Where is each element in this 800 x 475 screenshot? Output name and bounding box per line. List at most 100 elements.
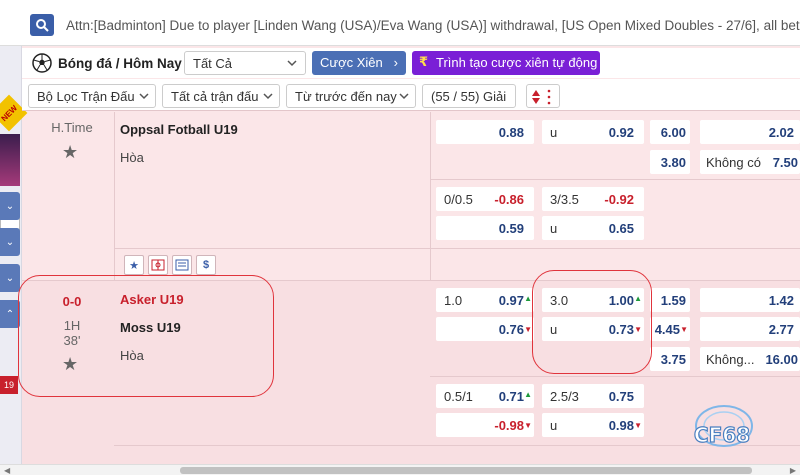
- odds-cell[interactable]: 0.88: [436, 120, 534, 144]
- chevron-up-icon: ⌃: [5, 308, 15, 320]
- odds-value: 0.65: [608, 221, 634, 236]
- market-filter-value: Tất Cả: [193, 56, 233, 71]
- odds-cell[interactable]: 2.5/3 0.75: [542, 384, 644, 408]
- odds-cell[interactable]: 1.59: [650, 288, 690, 312]
- odds-value: 0.98: [608, 418, 634, 433]
- odds-value: 3.80: [660, 155, 686, 170]
- chevron-down-icon: [139, 93, 149, 100]
- odds-label: 0.5/1: [444, 389, 473, 404]
- odds-cell[interactable]: -0.98 ▼: [436, 413, 534, 437]
- left-sidebar: NEW ⌄ ⌄ ⌄ ⌃ 19: [0, 46, 28, 475]
- odds-down-icon: ▼: [524, 421, 532, 430]
- odds-up-icon: ▲: [524, 294, 532, 303]
- league-count-button[interactable]: (55 / 55) Giải: [422, 84, 516, 108]
- draw-label: Hòa: [120, 150, 144, 165]
- odds-cell[interactable]: 3/3.5 -0.92: [542, 187, 644, 211]
- odds-cell[interactable]: 0.59: [436, 216, 534, 240]
- odds-label: 2.5/3: [550, 389, 579, 404]
- scroll-right-arrow-icon[interactable]: ▶: [790, 466, 796, 475]
- odds-value: 0.75: [608, 389, 634, 404]
- soccer-ball-icon: [32, 53, 52, 73]
- odds-value: 1.59: [660, 293, 686, 308]
- odds-cell[interactable]: u 0.65: [542, 216, 644, 240]
- odds-cell[interactable]: 0/0.5 -0.86: [436, 187, 534, 211]
- odds-label: 1.0: [444, 293, 463, 308]
- sort-button[interactable]: [526, 84, 560, 108]
- odds-value: 16.00: [765, 352, 798, 367]
- odds-label: u: [550, 418, 558, 433]
- time-range-dropdown[interactable]: Từ trước đến nay: [286, 84, 416, 108]
- odds-cell[interactable]: 6.00: [650, 120, 690, 144]
- search-button[interactable]: [30, 14, 54, 36]
- live-field-icon[interactable]: [148, 255, 168, 275]
- odds-value: 2.02: [768, 125, 794, 140]
- favorite-star-icon[interactable]: ★: [124, 255, 144, 275]
- odds-label: u: [550, 221, 558, 236]
- odds-cell[interactable]: Không có 7.50: [700, 150, 800, 174]
- odds-cell[interactable]: u 0.98 ▼: [542, 413, 644, 437]
- auto-parlay-button[interactable]: ₹ Trình tạo cược xiên tự động: [412, 51, 600, 75]
- odds-label: 0/0.5: [444, 192, 473, 207]
- odds-cell[interactable]: 2.02: [700, 120, 800, 144]
- chevron-down-icon: ⌄: [5, 272, 15, 284]
- odds-cell[interactable]: 4.45 ▼: [650, 317, 690, 341]
- team-home: Oppsal Fotball U19: [120, 122, 238, 137]
- sport-title: Bóng đá / Hôm Nay: [58, 56, 182, 71]
- all-matches-dropdown[interactable]: Tất cả trận đấu: [162, 84, 280, 108]
- odds-cell[interactable]: 2.77: [700, 317, 800, 341]
- highlight-outline-odds: [532, 270, 652, 374]
- side-expand-button[interactable]: ⌄: [0, 264, 20, 292]
- chevron-down-icon: ⌄: [5, 236, 15, 248]
- sort-icon: [532, 89, 551, 105]
- side-collapse-button[interactable]: ⌃: [0, 300, 20, 328]
- odds-value: 1.42: [768, 293, 794, 308]
- odds-value: 6.00: [660, 125, 686, 140]
- odds-value: -0.98: [494, 418, 524, 433]
- stats-icon[interactable]: [172, 255, 192, 275]
- parlay-label: Cược Xiên: [320, 55, 383, 70]
- odds-cell[interactable]: 3.80: [650, 150, 690, 174]
- odds-value: 0.88: [498, 125, 524, 140]
- side-expand-button[interactable]: ⌄: [0, 192, 20, 220]
- promo-thumbnail[interactable]: [0, 134, 20, 186]
- star-icon[interactable]: ★: [62, 142, 78, 163]
- league-count-label: (55 / 55) Giải: [431, 89, 507, 104]
- odds-cell[interactable]: Không... 16.00: [700, 347, 800, 371]
- odds-value: -0.92: [604, 192, 634, 207]
- highlight-outline-match: [18, 275, 274, 397]
- side-expand-button[interactable]: ⌄: [0, 228, 20, 256]
- odds-down-icon: ▼: [634, 421, 642, 430]
- odds-down-icon: ▼: [680, 325, 688, 334]
- all-matches-label: Tất cả trận đấu: [171, 89, 259, 104]
- odds-value: 0.76: [498, 322, 524, 337]
- chevron-down-icon: [263, 93, 273, 100]
- odds-label: 3/3.5: [550, 192, 579, 207]
- match-filter-dropdown[interactable]: Bộ Lọc Trận Đấu: [28, 84, 156, 108]
- odds-label: Không có: [706, 155, 761, 170]
- dollar-icon[interactable]: $: [196, 255, 216, 275]
- odds-cell[interactable]: 3.75: [650, 347, 690, 371]
- scroll-thumb[interactable]: [180, 467, 752, 474]
- row-divider: [114, 248, 800, 249]
- odds-cell[interactable]: 1.0 0.97 ▲: [436, 288, 534, 312]
- odds-value: 2.77: [768, 322, 794, 337]
- odds-value: -0.86: [494, 192, 524, 207]
- odds-cell[interactable]: 0.5/1 0.71 ▲: [436, 384, 534, 408]
- chevron-down-icon: ⌄: [5, 200, 15, 212]
- odds-value: 3.75: [660, 352, 686, 367]
- market-filter-select[interactable]: Tất Cả: [184, 51, 306, 75]
- search-icon: [36, 19, 49, 32]
- odds-cell[interactable]: u 0.92: [542, 120, 644, 144]
- odds-cell[interactable]: 1.42: [700, 288, 800, 312]
- odds-label: u: [550, 125, 558, 140]
- scroll-left-arrow-icon[interactable]: ◀: [4, 466, 10, 475]
- odds-value: 0.92: [608, 125, 634, 140]
- announcement-bar: Attn:[Badminton] Due to player [Linden W…: [0, 0, 800, 46]
- match-teams: Oppsal Fotball U19 Hòa: [120, 122, 238, 165]
- parlay-button[interactable]: Cược Xiên ›: [312, 51, 406, 75]
- filter-bar: Bộ Lọc Trận Đấu Tất cả trận đấu Từ trước…: [22, 79, 800, 111]
- odds-cell[interactable]: 0.76 ▼: [436, 317, 534, 341]
- odds-up-icon: ▲: [524, 390, 532, 399]
- row-divider: [430, 376, 800, 377]
- horizontal-scrollbar[interactable]: ◀ ▶: [0, 464, 800, 475]
